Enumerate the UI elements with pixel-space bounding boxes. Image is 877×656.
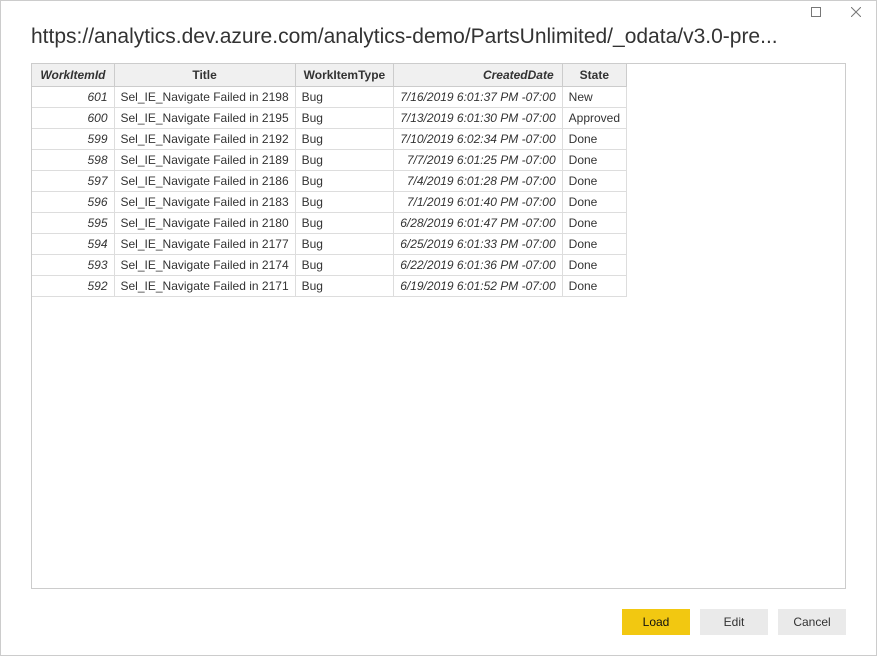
- maximize-button[interactable]: [802, 3, 830, 21]
- col-header-workitemid[interactable]: WorkItemId: [32, 64, 114, 87]
- cell-workitemid: 599: [32, 129, 114, 150]
- dialog-window: https://analytics.dev.azure.com/analytic…: [0, 0, 877, 656]
- cell-state: New: [562, 87, 626, 108]
- cell-title: Sel_IE_Navigate Failed in 2192: [114, 129, 295, 150]
- cell-state: Done: [562, 150, 626, 171]
- cell-state: Done: [562, 171, 626, 192]
- data-preview-area: WorkItemId Title WorkItemType CreatedDat…: [31, 63, 846, 589]
- cell-state: Done: [562, 213, 626, 234]
- cell-createddate: 6/28/2019 6:01:47 PM -07:00: [394, 213, 562, 234]
- cancel-button[interactable]: Cancel: [778, 609, 846, 635]
- cell-state: Done: [562, 234, 626, 255]
- cell-title: Sel_IE_Navigate Failed in 2177: [114, 234, 295, 255]
- cell-title: Sel_IE_Navigate Failed in 2186: [114, 171, 295, 192]
- cell-state: Done: [562, 192, 626, 213]
- titlebar: [1, 1, 876, 23]
- table-header-row: WorkItemId Title WorkItemType CreatedDat…: [32, 64, 627, 87]
- cell-title: Sel_IE_Navigate Failed in 2183: [114, 192, 295, 213]
- cell-title: Sel_IE_Navigate Failed in 2195: [114, 108, 295, 129]
- cell-title: Sel_IE_Navigate Failed in 2174: [114, 255, 295, 276]
- cell-title: Sel_IE_Navigate Failed in 2171: [114, 276, 295, 297]
- table-row[interactable]: 598Sel_IE_Navigate Failed in 2189Bug7/7/…: [32, 150, 627, 171]
- cell-state: Done: [562, 255, 626, 276]
- cell-workitemid: 597: [32, 171, 114, 192]
- edit-button[interactable]: Edit: [700, 609, 768, 635]
- cell-createddate: 6/19/2019 6:01:52 PM -07:00: [394, 276, 562, 297]
- cell-workitemid: 592: [32, 276, 114, 297]
- cell-createddate: 7/10/2019 6:02:34 PM -07:00: [394, 129, 562, 150]
- table-row[interactable]: 595Sel_IE_Navigate Failed in 2180Bug6/28…: [32, 213, 627, 234]
- cell-workitemid: 595: [32, 213, 114, 234]
- col-header-state[interactable]: State: [562, 64, 626, 87]
- col-header-workitemtype[interactable]: WorkItemType: [295, 64, 394, 87]
- table-row[interactable]: 594Sel_IE_Navigate Failed in 2177Bug6/25…: [32, 234, 627, 255]
- table-row[interactable]: 593Sel_IE_Navigate Failed in 2174Bug6/22…: [32, 255, 627, 276]
- table-row[interactable]: 601Sel_IE_Navigate Failed in 2198Bug7/16…: [32, 87, 627, 108]
- cell-workitemtype: Bug: [295, 213, 394, 234]
- dialog-footer: Load Edit Cancel: [1, 599, 876, 655]
- cell-createddate: 7/4/2019 6:01:28 PM -07:00: [394, 171, 562, 192]
- cell-workitemid: 598: [32, 150, 114, 171]
- table-row[interactable]: 596Sel_IE_Navigate Failed in 2183Bug7/1/…: [32, 192, 627, 213]
- cell-state: Done: [562, 276, 626, 297]
- table-row[interactable]: 600Sel_IE_Navigate Failed in 2195Bug7/13…: [32, 108, 627, 129]
- col-header-title[interactable]: Title: [114, 64, 295, 87]
- cell-title: Sel_IE_Navigate Failed in 2180: [114, 213, 295, 234]
- data-table: WorkItemId Title WorkItemType CreatedDat…: [32, 64, 627, 297]
- close-icon: [851, 7, 861, 17]
- cell-state: Done: [562, 129, 626, 150]
- cell-createddate: 7/7/2019 6:01:25 PM -07:00: [394, 150, 562, 171]
- cell-workitemid: 594: [32, 234, 114, 255]
- cell-workitemid: 600: [32, 108, 114, 129]
- table-row[interactable]: 597Sel_IE_Navigate Failed in 2186Bug7/4/…: [32, 171, 627, 192]
- table-row[interactable]: 592Sel_IE_Navigate Failed in 2171Bug6/19…: [32, 276, 627, 297]
- dialog-title-url: https://analytics.dev.azure.com/analytic…: [1, 23, 876, 57]
- cell-workitemtype: Bug: [295, 150, 394, 171]
- cell-workitemtype: Bug: [295, 255, 394, 276]
- cell-workitemid: 601: [32, 87, 114, 108]
- table-body: 601Sel_IE_Navigate Failed in 2198Bug7/16…: [32, 87, 627, 297]
- cell-workitemtype: Bug: [295, 87, 394, 108]
- table-row[interactable]: 599Sel_IE_Navigate Failed in 2192Bug7/10…: [32, 129, 627, 150]
- cell-workitemtype: Bug: [295, 276, 394, 297]
- load-button[interactable]: Load: [622, 609, 690, 635]
- cell-state: Approved: [562, 108, 626, 129]
- cell-workitemtype: Bug: [295, 129, 394, 150]
- cell-createddate: 6/25/2019 6:01:33 PM -07:00: [394, 234, 562, 255]
- cell-title: Sel_IE_Navigate Failed in 2198: [114, 87, 295, 108]
- cell-workitemtype: Bug: [295, 192, 394, 213]
- cell-createddate: 6/22/2019 6:01:36 PM -07:00: [394, 255, 562, 276]
- cell-workitemid: 593: [32, 255, 114, 276]
- cell-workitemtype: Bug: [295, 234, 394, 255]
- cell-workitemid: 596: [32, 192, 114, 213]
- close-button[interactable]: [842, 3, 870, 21]
- cell-createddate: 7/1/2019 6:01:40 PM -07:00: [394, 192, 562, 213]
- maximize-icon: [811, 7, 821, 17]
- cell-title: Sel_IE_Navigate Failed in 2189: [114, 150, 295, 171]
- cell-createddate: 7/13/2019 6:01:30 PM -07:00: [394, 108, 562, 129]
- cell-createddate: 7/16/2019 6:01:37 PM -07:00: [394, 87, 562, 108]
- cell-workitemtype: Bug: [295, 171, 394, 192]
- cell-workitemtype: Bug: [295, 108, 394, 129]
- col-header-createddate[interactable]: CreatedDate: [394, 64, 562, 87]
